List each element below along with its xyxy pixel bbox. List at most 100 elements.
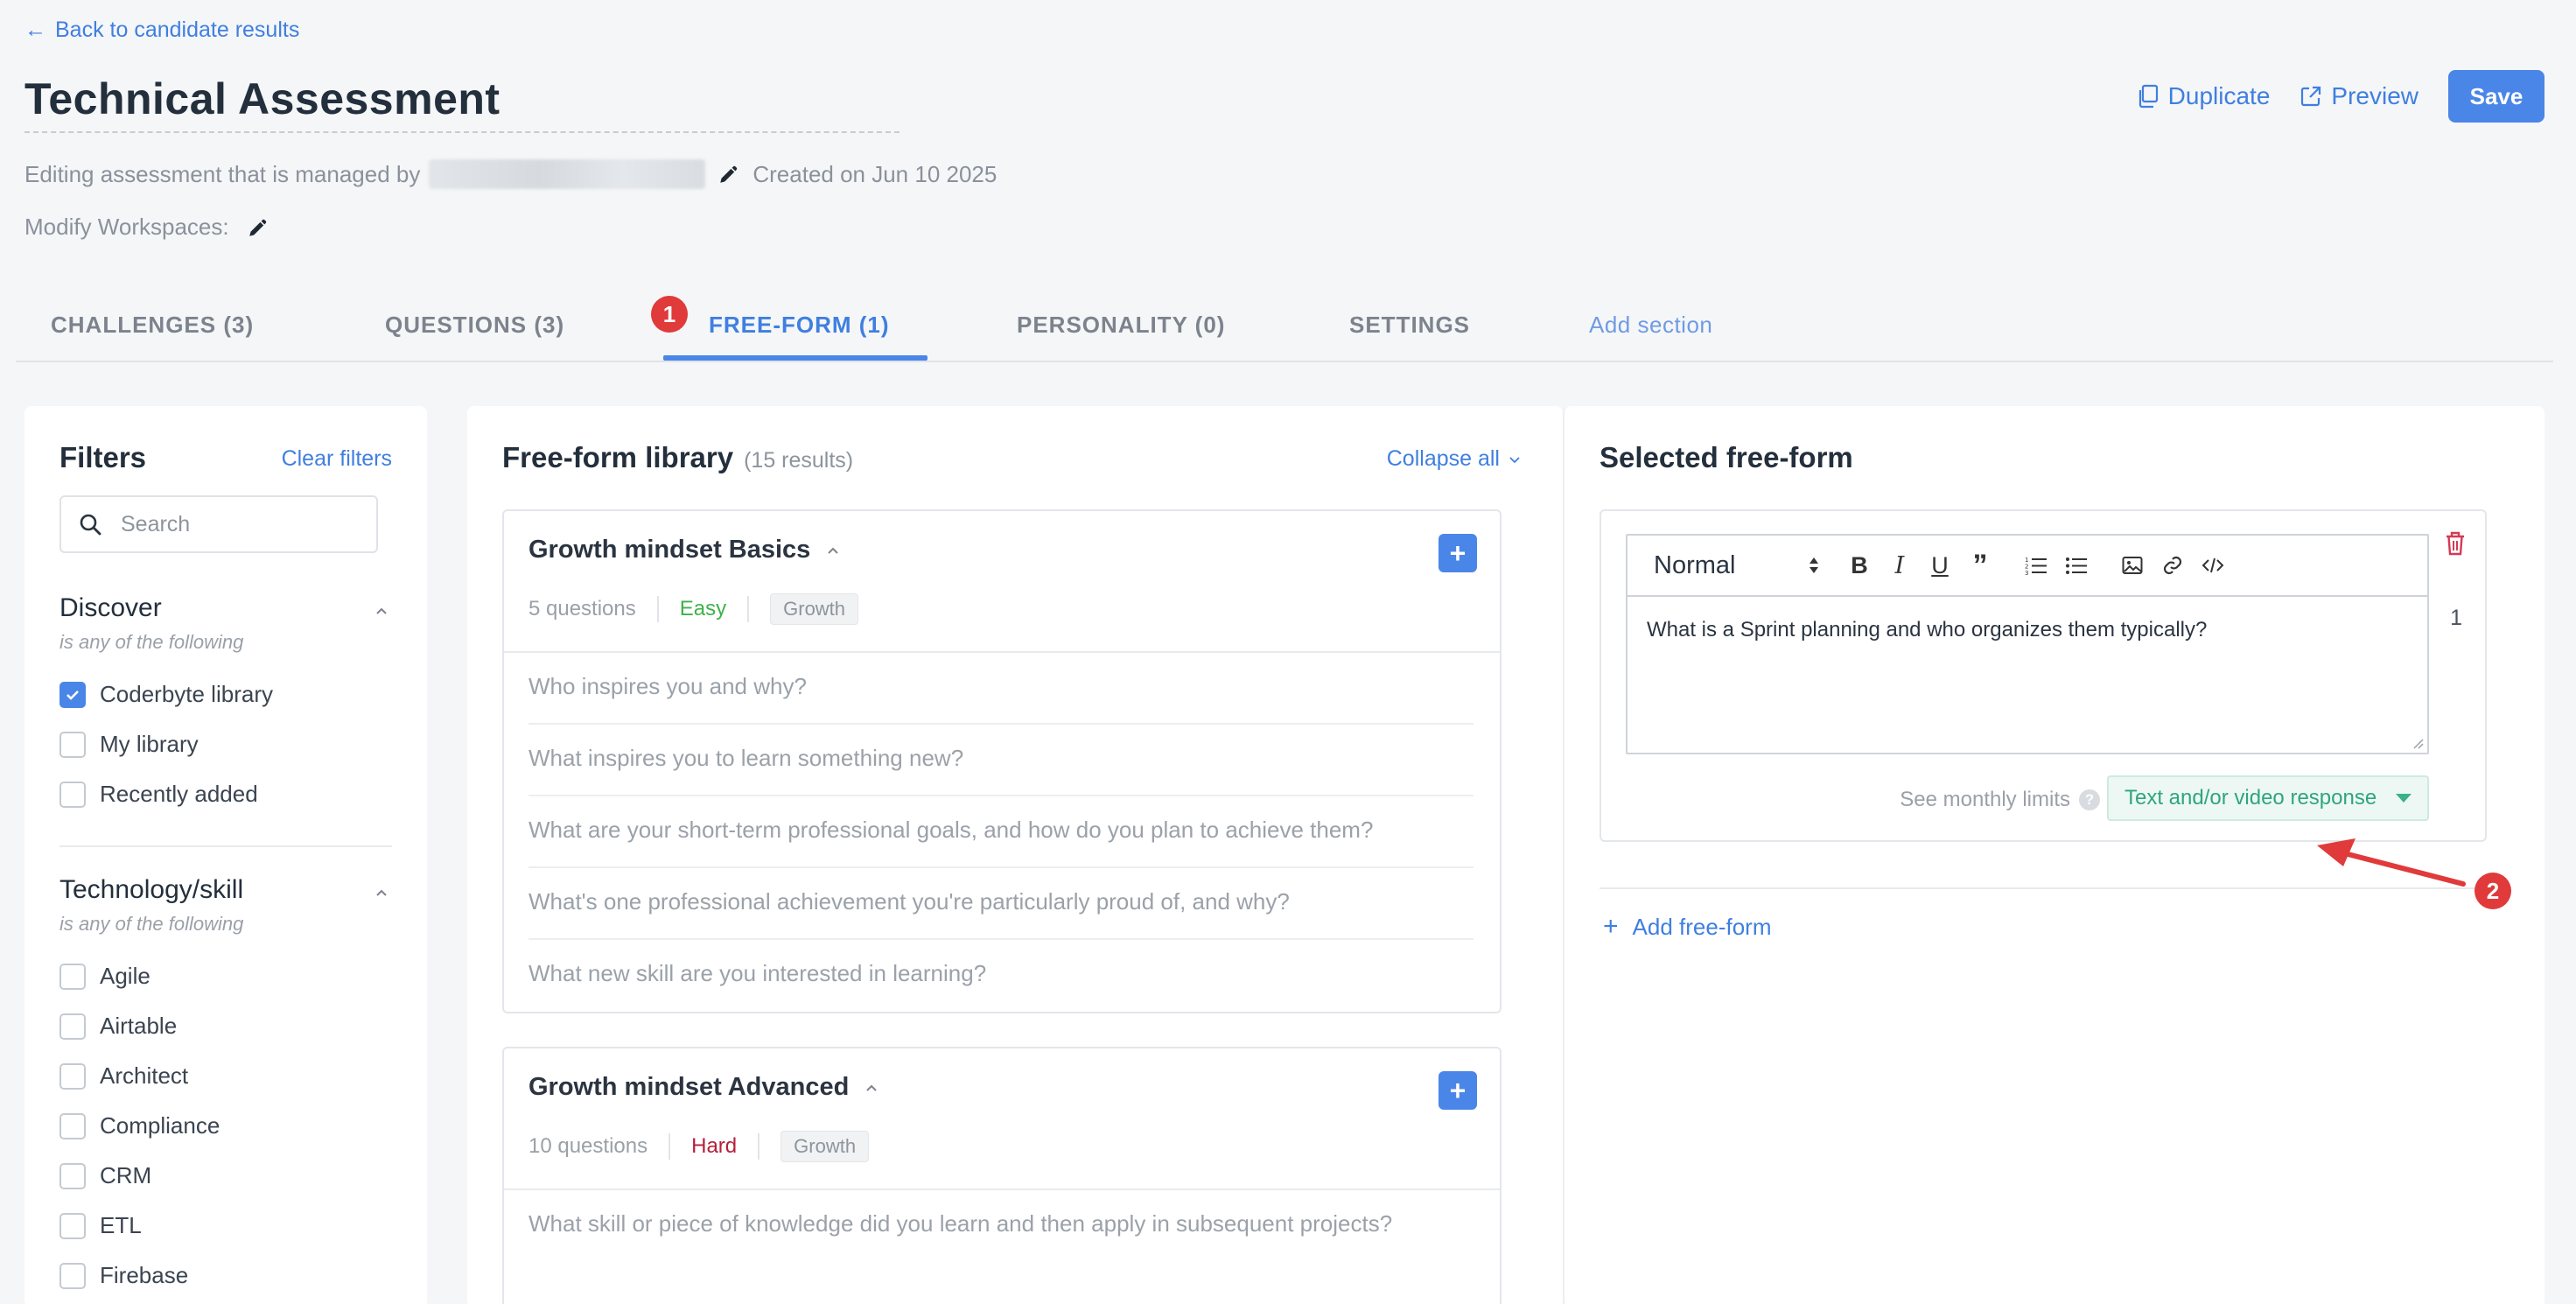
filter-option-coderbyte-library[interactable]: Coderbyte library [60,681,273,708]
filter-option-compliance[interactable]: Compliance [60,1112,220,1139]
filter-option-architect[interactable]: Architect [60,1062,188,1090]
filter-option-label: Firebase [100,1262,189,1288]
selected-question-card: Normal B I U ” 123 What is a Sprint plan… [1600,509,2487,842]
svg-text:3: 3 [2025,570,2028,575]
question-divider [528,938,1474,940]
filters-panel: Filters Clear filters Discover is any of… [24,406,427,1304]
tab-personality[interactable]: PERSONALITY (0) [1017,312,1225,339]
filter-option-firebase[interactable]: Firebase [60,1262,188,1289]
filter-option-label: My library [100,731,199,757]
checkbox[interactable] [60,1062,86,1090]
card-title[interactable]: Growth mindset Basics [528,536,840,564]
library-question[interactable]: What inspires you to learn something new… [528,740,1474,775]
bold-icon[interactable]: B [1839,545,1880,585]
library-results-count: (15 results) [744,448,854,473]
library-question[interactable]: What's one professional achievement you'… [528,884,1474,919]
rich-text-editor: Normal B I U ” 123 What is a Sprint plan… [1626,534,2429,754]
pencil-icon[interactable] [718,163,740,186]
underline-icon[interactable]: U [1920,545,1960,585]
card-divider [504,1188,1500,1190]
checkbox[interactable] [60,1112,86,1139]
title-underline [24,131,900,133]
code-icon[interactable] [2193,545,2233,585]
page-title[interactable]: Technical Assessment [24,74,500,124]
help-icon[interactable]: ? [2079,789,2100,810]
duplicate-button[interactable]: Duplicate [2137,82,2271,110]
add-section-link[interactable]: Add section [1589,312,1712,339]
back-link[interactable]: ← Back to candidate results [24,18,299,43]
chevron-up-icon[interactable] [864,1081,878,1095]
chevron-up-icon[interactable] [826,543,840,557]
question-divider [528,723,1474,725]
filter-option-airtable[interactable]: Airtable [60,1013,177,1040]
tab-challenges[interactable]: CHALLENGES (3) [51,312,254,339]
checkbox[interactable] [60,1262,86,1289]
duplicate-label: Duplicate [2167,82,2271,109]
checkbox[interactable] [60,781,86,808]
add-card-button[interactable]: + [1438,1071,1477,1110]
difficulty-badge: Easy [679,597,727,620]
add-card-button[interactable]: + [1438,534,1477,572]
card-title[interactable]: Growth mindset Advanced [528,1073,878,1102]
card-title-text: Growth mindset Basics [528,536,811,564]
annotation-marker-2: 2 [2474,873,2511,909]
plus-icon: + [1449,1074,1466,1106]
resize-handle-icon[interactable] [2412,737,2424,749]
chevron-down-icon [1509,456,1520,463]
editor-toolbar: Normal B I U ” 123 [1628,536,2427,597]
library-question[interactable]: What skill or piece of knowledge did you… [528,1206,1474,1241]
library-question[interactable]: Who inspires you and why? [528,669,1474,704]
checkbox[interactable] [60,731,86,758]
checkbox[interactable] [60,963,86,990]
trash-icon[interactable] [2443,530,2468,557]
filter-divider [60,845,392,847]
collapse-all-button[interactable]: Collapse all [1387,446,1521,472]
filter-option-agile[interactable]: Agile [60,963,150,990]
library-question[interactable]: What are your short-term professional go… [528,812,1474,847]
library-title-text: Free-form library [502,441,734,473]
checkbox-checked[interactable] [60,681,86,708]
managed-row: Editing assessment that is managed by Cr… [24,159,997,189]
image-icon[interactable] [2112,545,2152,585]
save-button[interactable]: Save [2448,70,2544,123]
filter-option-label: CRM [100,1162,152,1188]
library-title: Free-form library (15 results) [502,441,853,474]
header-actions: Duplicate Preview Save [2137,70,2544,123]
ordered-list-icon[interactable]: 123 [2016,545,2056,585]
pencil-icon[interactable] [247,216,270,239]
italic-icon[interactable]: I [1880,545,1920,585]
filter-option-etl[interactable]: ETL [60,1212,142,1239]
question-text-editor[interactable]: What is a Sprint planning and who organi… [1628,597,2427,663]
duplicate-icon [2138,84,2158,109]
filter-option-my-library[interactable]: My library [60,731,199,758]
filter-search-input[interactable] [121,511,348,537]
add-free-form-label: Add free-form [1632,913,1772,940]
filter-option-crm[interactable]: CRM [60,1162,151,1189]
filter-option-recently-added[interactable]: Recently added [60,781,258,808]
checkbox[interactable] [60,1162,86,1189]
tab-free-form[interactable]: FREE-FORM (1) [709,312,890,339]
checkbox[interactable] [60,1212,86,1239]
meta-separator [656,596,659,622]
question-number: 1 [2450,606,2462,630]
chevron-up-icon[interactable] [374,886,388,900]
tab-settings[interactable]: SETTINGS [1349,312,1470,339]
clear-filters-link[interactable]: Clear filters [282,446,392,472]
text-format-select[interactable]: Normal [1654,551,1839,580]
preview-button[interactable]: Preview [2300,82,2418,110]
tab-questions[interactable]: QUESTIONS (3) [385,312,564,339]
add-free-form-button[interactable]: + Add free-form [1603,912,1771,942]
library-question[interactable]: What new skill are you interested in lea… [528,956,1474,991]
chevron-up-icon[interactable] [374,604,388,618]
modify-workspaces-label: Modify Workspaces: [24,214,229,240]
annotation-arrow-icon [2317,838,2466,887]
checkbox[interactable] [60,1013,86,1040]
monthly-limits-link[interactable]: See monthly limits ? [1900,788,2100,812]
response-type-select[interactable]: Text and/or video response [2107,775,2429,821]
link-icon[interactable] [2152,545,2193,585]
blockquote-icon[interactable]: ” [1960,545,2000,585]
filter-group-discover-title[interactable]: Discover [60,593,162,623]
bullet-list-icon[interactable] [2056,545,2096,585]
filter-group-technology-title[interactable]: Technology/skill [60,875,243,905]
response-type-value: Text and/or video response [2124,786,2377,810]
